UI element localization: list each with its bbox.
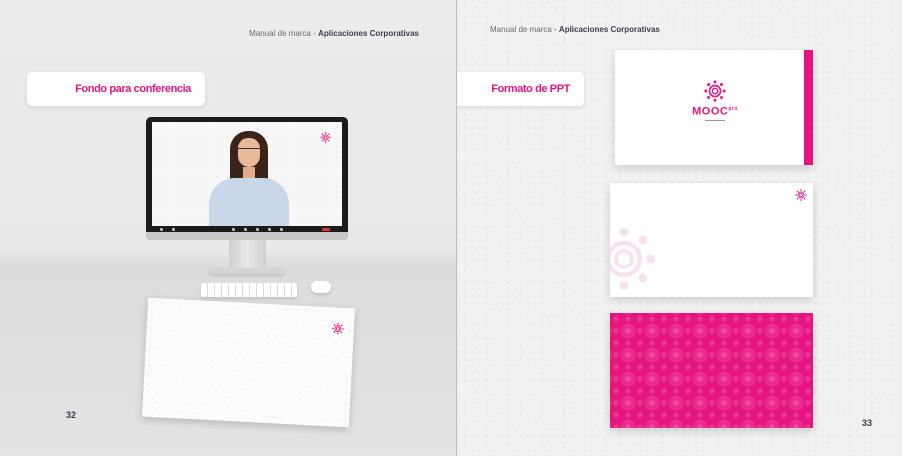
header-prefix: Manual de marca - <box>490 25 559 34</box>
keyboard <box>201 283 297 297</box>
header-section: Aplicaciones Corporativas <box>558 25 660 34</box>
mouse <box>311 281 331 293</box>
logo-tagline-lines: ▬▬▬▬▬▬▬▬ <box>705 118 725 122</box>
left-page: Manual de marca - Aplicaciones Corporati… <box>0 0 457 456</box>
ppt-cover-slide: MOOCpro ▬▬▬▬▬▬▬▬ <box>615 50 813 165</box>
page-number: 33 <box>861 418 872 428</box>
logo-wordmark: MOOCpro <box>692 105 738 118</box>
page-header: Manual de marca - Aplicaciones Corporati… <box>249 29 419 38</box>
section-title: Formato de PPT <box>491 83 570 95</box>
mooc-logo: MOOCpro ▬▬▬▬▬▬▬▬ <box>685 80 745 122</box>
right-page: Manual de marca - Aplicaciones Corporati… <box>457 0 902 456</box>
mandala-logo-icon <box>704 80 726 102</box>
page-header: Manual de marca - Aplicaciones Corporati… <box>490 25 660 34</box>
section-title-pill: Formato de PPT <box>457 72 584 106</box>
monitor <box>146 117 348 240</box>
mandala-logo-icon <box>332 322 345 335</box>
header-prefix: Manual de marca - <box>249 29 319 38</box>
section-title: Fondo para conferencia <box>75 83 191 95</box>
person-glasses <box>238 148 260 152</box>
ppt-content-slide <box>610 183 813 297</box>
person-face <box>238 138 260 167</box>
mandala-logo-icon <box>320 132 331 143</box>
conference-background-card <box>142 297 355 428</box>
mandala-logo-icon <box>795 189 807 201</box>
monitor-chin <box>146 232 348 240</box>
header-section: Aplicaciones Corporativas <box>318 29 419 38</box>
monitor-screen <box>152 122 342 233</box>
section-title-pill: Fondo para conferencia <box>27 72 205 106</box>
ppt-pattern-slide <box>610 313 813 428</box>
mandala-watermark-icon <box>610 227 656 296</box>
monitor-base <box>209 268 286 274</box>
page-number: 32 <box>66 410 77 420</box>
monitor-stand <box>229 240 266 270</box>
person-body <box>209 178 289 228</box>
